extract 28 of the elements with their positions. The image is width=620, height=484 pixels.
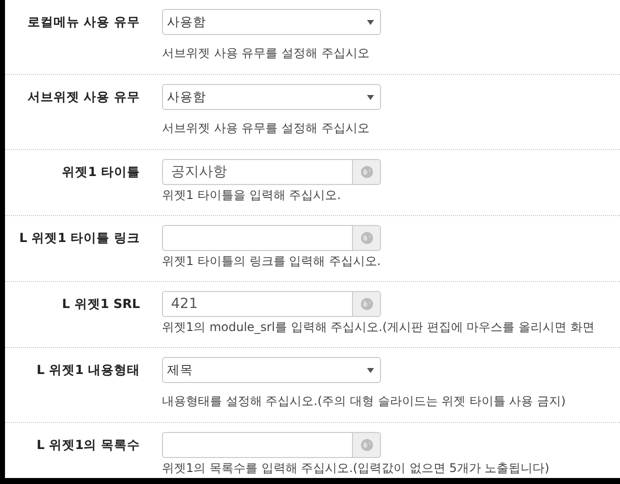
help-text: 서브위젯 사용 유무를 설정해 주십시오 <box>162 120 370 137</box>
text-field[interactable]: 421 <box>162 291 352 317</box>
text-field[interactable]: 공지사항 <box>162 159 352 185</box>
globe-icon[interactable] <box>360 166 372 178</box>
caret-icon <box>367 368 374 372</box>
help-text: 위젯1 타이틀의 링크를 입력해 주십시오. <box>162 253 382 270</box>
field-label: L 위젯1의 목록수 <box>36 436 140 454</box>
text-field[interactable] <box>162 432 352 458</box>
field-label: 위젯1 타이틀 <box>60 163 140 181</box>
globe-icon[interactable] <box>360 439 372 451</box>
help-text: 위젯1의 module_srl를 입력해 주십시오.(게시판 편집에 마우스를 올리시면 화면 <box>162 319 596 336</box>
select-dropdown[interactable]: 사용함 <box>162 84 381 110</box>
help-text: 서브위젯 사용 유무를 설정해 주십시오 <box>162 45 370 62</box>
field-label: L 위젯1 SRL <box>61 295 140 313</box>
select-dropdown[interactable]: 사용함 <box>162 9 381 35</box>
field-label: L 위젯1 타이틀 링크 <box>18 229 140 247</box>
caret-icon <box>367 94 374 100</box>
help-text: 위젯1의 목록수를 입력해 주십시오.(입력값이 없으면 5개가 노출됩니다) <box>162 460 550 477</box>
field-label: 로컬메뉴 사용 유무 <box>26 13 140 31</box>
field-label: 서브위젯 사용 유무 <box>26 88 140 106</box>
select-dropdown[interactable]: 제목 <box>162 357 381 383</box>
field-label: L 위젯1 내용형태 <box>36 361 140 379</box>
globe-icon[interactable] <box>360 232 372 244</box>
help-text: 위젯1 타이틀을 입력해 주십시오. <box>162 187 342 204</box>
help-text: 내용형태를 설정해 주십시오.(주의 대형 슬라이드는 위젯 타이틀 사용 금지) <box>162 393 567 410</box>
globe-icon[interactable] <box>360 298 372 310</box>
text-field[interactable] <box>162 225 352 251</box>
caret-icon <box>367 20 374 24</box>
